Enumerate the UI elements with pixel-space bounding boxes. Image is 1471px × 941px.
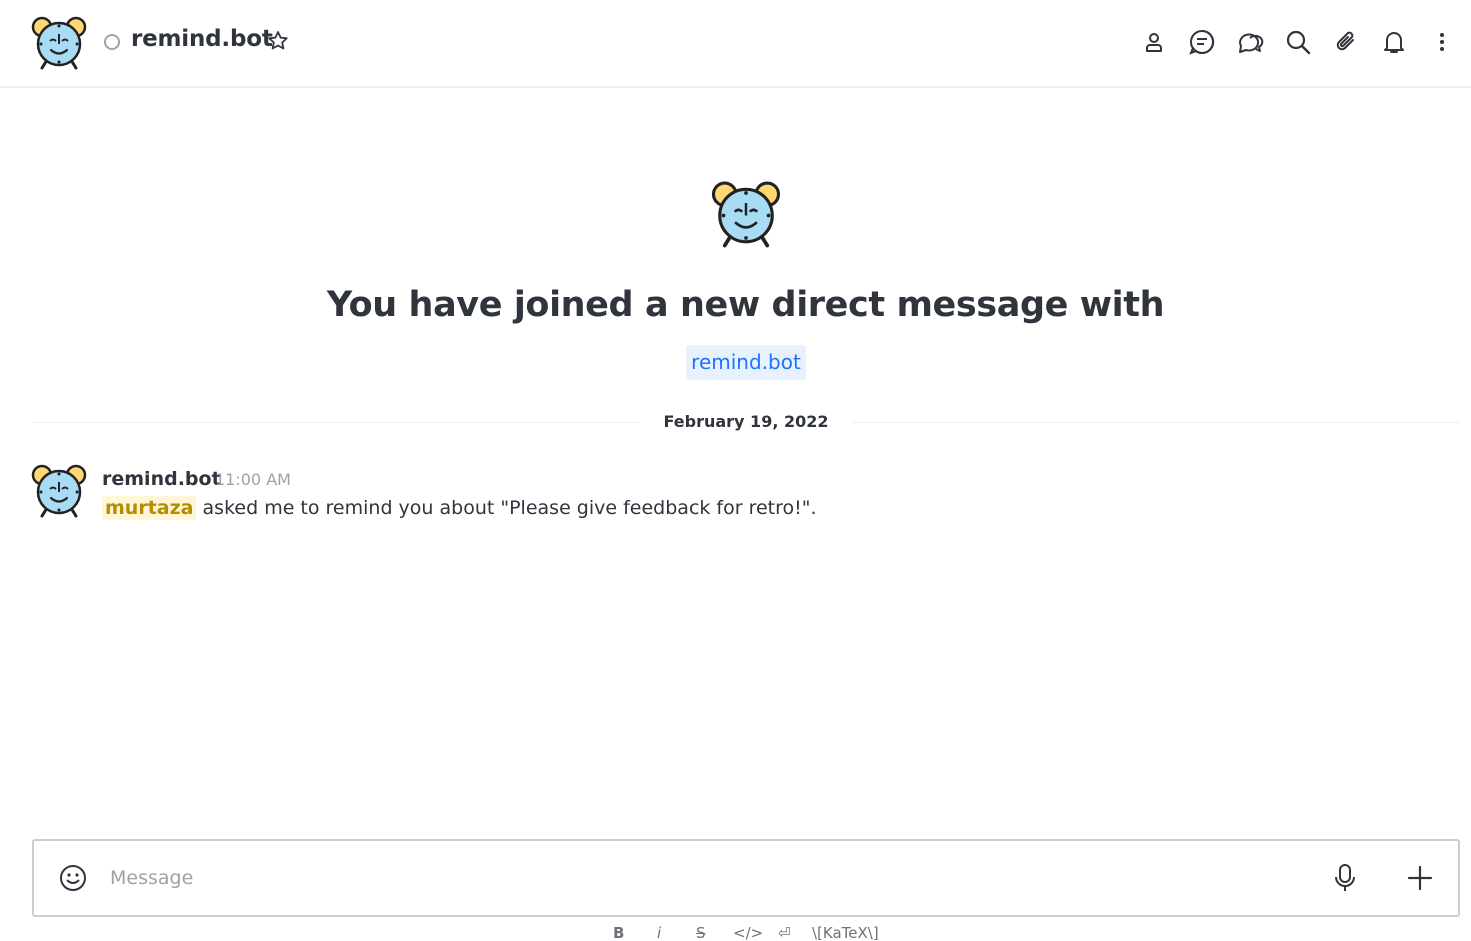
format-strike-button[interactable]: S — [696, 924, 706, 941]
intro-username-link[interactable]: remind.bot — [686, 345, 806, 380]
bot-avatar-icon[interactable] — [31, 14, 87, 70]
message-composer — [32, 839, 1460, 917]
bot-avatar-icon — [711, 181, 781, 248]
message-body: murtaza asked me to remind you about "Pl… — [102, 496, 817, 520]
divider-line — [852, 422, 1460, 423]
format-italic-button[interactable]: i — [657, 924, 661, 941]
discussion-icon[interactable] — [1188, 28, 1216, 56]
user-mention[interactable]: murtaza — [102, 496, 197, 520]
search-icon[interactable] — [1284, 28, 1312, 56]
notifications-icon[interactable] — [1380, 28, 1408, 56]
date-divider: February 19, 2022 — [663, 412, 829, 431]
plus-icon[interactable] — [1405, 863, 1435, 893]
format-katex-button[interactable]: \[KaTeX\] — [812, 924, 879, 941]
room-title[interactable]: remind.bot — [131, 26, 273, 52]
format-bold-button[interactable]: B — [613, 924, 624, 941]
message-timestamp: 11:00 AM — [215, 470, 291, 489]
user-info-icon[interactable] — [1140, 28, 1168, 56]
format-multiline-button[interactable]: ⏎ — [778, 924, 791, 941]
star-icon[interactable] — [266, 29, 290, 53]
kebab-menu-icon[interactable] — [1428, 28, 1456, 56]
emoji-icon[interactable] — [58, 863, 88, 893]
message-text: asked me to remind you about "Please giv… — [202, 497, 817, 519]
intro-heading: You have joined a new direct message wit… — [326, 285, 1165, 325]
app-window: remind.bot You have joined a new direct … — [0, 0, 1471, 941]
divider-line — [32, 422, 640, 423]
message-author[interactable]: remind.bot — [102, 468, 221, 490]
message-input[interactable] — [110, 861, 1290, 895]
microphone-icon[interactable] — [1330, 863, 1360, 893]
threads-icon[interactable] — [1236, 28, 1264, 56]
files-icon[interactable] — [1332, 28, 1360, 56]
room-header: remind.bot — [0, 0, 1471, 88]
message-avatar-icon[interactable] — [31, 462, 87, 518]
format-code-button[interactable]: </> — [733, 924, 763, 941]
status-offline-icon — [104, 34, 120, 50]
